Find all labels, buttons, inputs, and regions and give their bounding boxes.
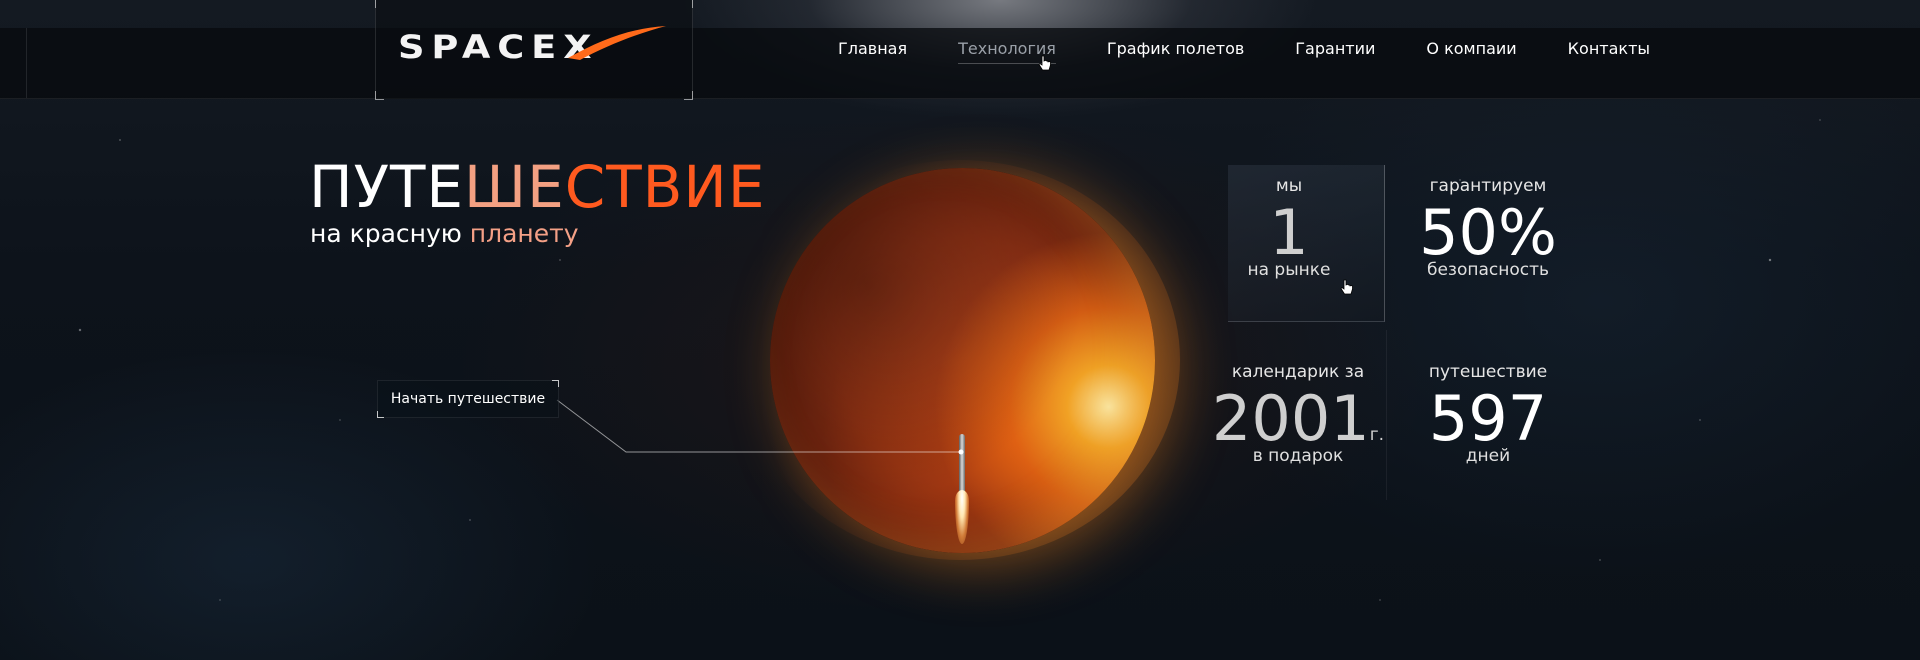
nav-item-contacts[interactable]: Контакты <box>1568 39 1650 63</box>
start-journey-button[interactable]: Начать путешествие <box>377 380 559 418</box>
nav-item-home[interactable]: Главная <box>838 39 907 63</box>
stat-value: 597 <box>1428 382 1548 455</box>
rocket-icon <box>955 434 969 544</box>
stat-label: гарантируем <box>1429 176 1547 196</box>
hero-subtitle-accent: планету <box>469 219 579 248</box>
swoosh-icon <box>568 26 666 60</box>
stat-label: календарик за <box>1231 362 1365 382</box>
logo-box[interactable]: SPACEX <box>375 0 693 100</box>
hero-subtitle-text: на красную <box>310 219 470 248</box>
stat-market: мы 1 на рынке <box>1209 176 1369 280</box>
stat-value: 2001 <box>1211 382 1370 455</box>
stat-value: 50% <box>1419 196 1557 269</box>
frame-corner <box>377 411 384 418</box>
stat-label: мы <box>1275 176 1303 196</box>
hero-title-part: ШЕ <box>464 153 565 221</box>
spacex-logo[interactable]: SPACEX <box>398 24 670 66</box>
frame-corner <box>684 91 693 100</box>
stat-value: 1 <box>1269 196 1309 269</box>
rocket-body <box>959 434 965 492</box>
stat-unit: г. <box>1369 425 1385 445</box>
stat-label: путешествие <box>1428 362 1548 382</box>
hero-title-part: ПУТЕ <box>309 153 465 221</box>
frame-corner <box>375 91 384 100</box>
frame-corner <box>375 0 384 8</box>
nav-item-flight-schedule[interactable]: График полетов <box>1107 39 1244 63</box>
page: SPACEX Главная Технология График полетов… <box>0 0 1920 660</box>
rocket-flame <box>955 490 969 544</box>
hero-title: ПУТЕШЕСТВИЕ <box>309 158 765 216</box>
hand-pointer-icon <box>1038 55 1051 71</box>
stat-value-row: 2001г. <box>1208 388 1388 450</box>
stat-calendar: календарик за 2001г. в подарок <box>1208 362 1388 466</box>
nav-item-guarantees[interactable]: Гарантии <box>1295 39 1375 63</box>
frame-corner <box>552 380 559 387</box>
hand-pointer-icon <box>1340 279 1353 295</box>
stat-caption: безопасность <box>1426 260 1550 280</box>
nav-item-about[interactable]: О компаии <box>1426 39 1516 63</box>
stat-caption: на рынке <box>1247 260 1331 280</box>
start-journey-label: Начать путешествие <box>390 391 546 407</box>
hero-subtitle: на красную планету <box>310 219 579 248</box>
stat-trip: путешествие 597 дней <box>1408 362 1568 466</box>
stat-safety: гарантируем 50% безопасность <box>1408 176 1568 280</box>
frame-corner <box>684 0 693 8</box>
main-nav: Главная Технология График полетов Гарант… <box>838 39 1650 64</box>
hero-title-part: СТВИЕ <box>564 153 766 221</box>
